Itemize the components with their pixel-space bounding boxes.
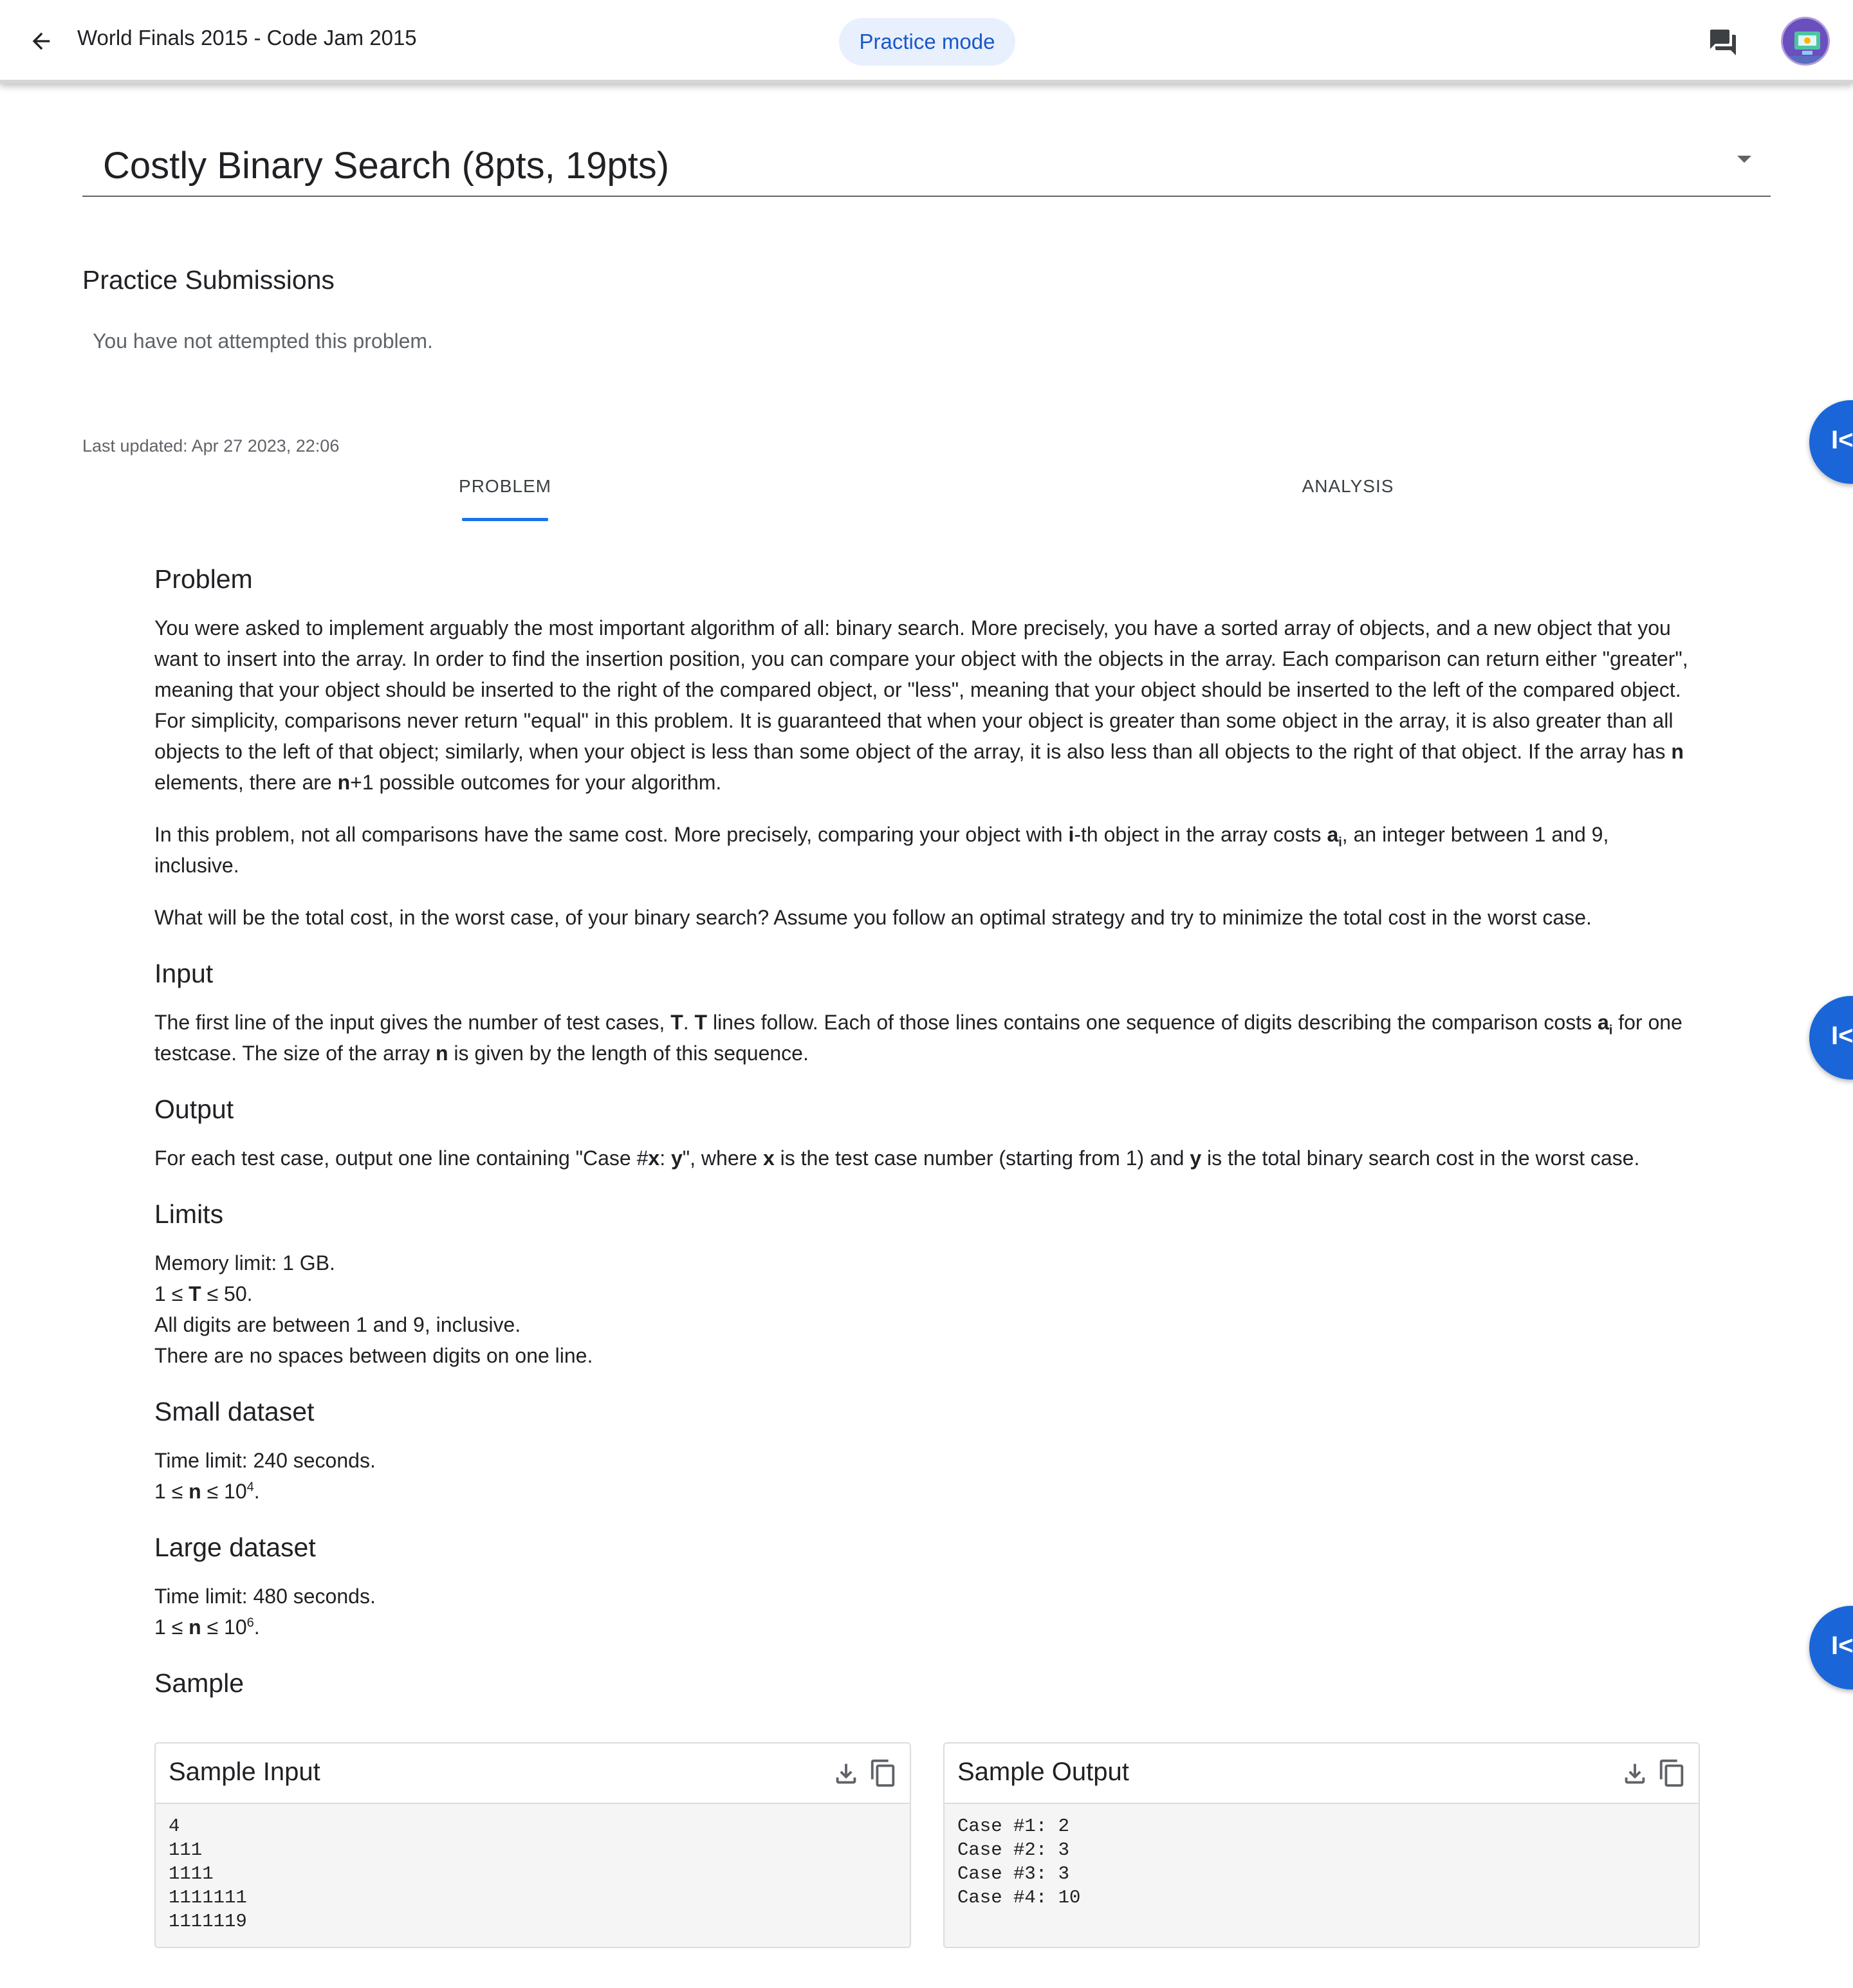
collapse-icon: I< [1831, 1632, 1853, 1660]
sample-output-panel: Sample Output Case #1: 2 Case #2: 3 Case… [943, 1742, 1700, 1948]
problem-title: Costly Binary Search (8pts, 19pts) [103, 145, 670, 187]
side-panel-fab-1[interactable]: I< [1809, 400, 1853, 484]
side-panel-fab-2[interactable]: I< [1809, 996, 1853, 1080]
sample-input-header: Sample Input [156, 1744, 910, 1804]
problem-selector-dropdown[interactable]: Costly Binary Search (8pts, 19pts) [82, 139, 1771, 197]
collapse-icon: I< [1831, 1022, 1853, 1050]
statement-paragraph-2: In this problem, not all comparisons hav… [154, 823, 1609, 877]
limits-heading: Limits [154, 1199, 224, 1229]
tab-problem-label: PROBLEM [459, 476, 551, 496]
copy-icon[interactable] [1657, 1758, 1687, 1789]
submissions-empty-text: You have not attempted this problem. [93, 329, 433, 353]
input-heading: Input [154, 959, 214, 988]
practice-mode-chip[interactable]: Practice mode [839, 18, 1015, 66]
download-icon[interactable] [1620, 1759, 1650, 1789]
active-tab-indicator [462, 518, 548, 521]
sample-output-label: Sample Output [957, 1758, 1129, 1786]
collapse-icon: I< [1831, 426, 1853, 454]
problem-heading: Problem [154, 564, 253, 594]
large-dataset-heading: Large dataset [154, 1532, 316, 1562]
sample-output-header: Sample Output [945, 1744, 1699, 1804]
sample-heading: Sample [154, 1668, 244, 1698]
sample-input-content[interactable]: 4 111 1111 1111111 1111119 [156, 1804, 910, 1947]
small-dataset-heading: Small dataset [154, 1397, 315, 1426]
limits-list: Memory limit: 1 GB. 1 ≤ T ≤ 50. All digi… [154, 1251, 593, 1367]
input-paragraph: The first line of the input gives the nu… [154, 1011, 1682, 1065]
output-paragraph: For each test case, output one line cont… [154, 1146, 1640, 1170]
sample-input-label: Sample Input [169, 1758, 320, 1786]
output-heading: Output [154, 1094, 234, 1124]
feedback-chat-icon[interactable] [1705, 24, 1741, 60]
back-arrow-icon[interactable] [23, 23, 59, 59]
contest-breadcrumb[interactable]: World Finals 2015 - Code Jam 2015 [77, 26, 417, 50]
dropdown-arrow-icon[interactable] [1737, 156, 1751, 163]
sample-output-content[interactable]: Case #1: 2 Case #2: 3 Case #3: 3 Case #4… [945, 1804, 1699, 1947]
statement-paragraph-1: You were asked to implement arguably the… [154, 616, 1688, 794]
last-updated-text: Last updated: Apr 27 2023, 22:06 [82, 436, 340, 456]
small-dataset-limits: Time limit: 240 seconds. 1 ≤ n ≤ 104. [154, 1449, 376, 1503]
copy-icon[interactable] [869, 1758, 898, 1789]
large-dataset-limits: Time limit: 480 seconds. 1 ≤ n ≤ 106. [154, 1585, 376, 1639]
top-app-bar: World Finals 2015 - Code Jam 2015 Practi… [0, 0, 1853, 84]
tab-analysis[interactable]: ANALYSIS [1280, 476, 1415, 521]
download-icon[interactable] [831, 1759, 861, 1789]
side-panel-fab-3[interactable]: I< [1809, 1606, 1853, 1689]
tab-problem[interactable]: PROBLEM [450, 476, 560, 521]
problem-statement: Problem You were asked to implement argu… [154, 560, 1699, 1716]
user-avatar[interactable] [1781, 17, 1830, 66]
sample-input-panel: Sample Input 4 111 1111 1111111 1111119 [154, 1742, 911, 1948]
tab-analysis-label: ANALYSIS [1302, 476, 1394, 496]
practice-submissions-heading: Practice Submissions [82, 265, 335, 295]
statement-paragraph-3: What will be the total cost, in the wors… [154, 906, 1592, 929]
